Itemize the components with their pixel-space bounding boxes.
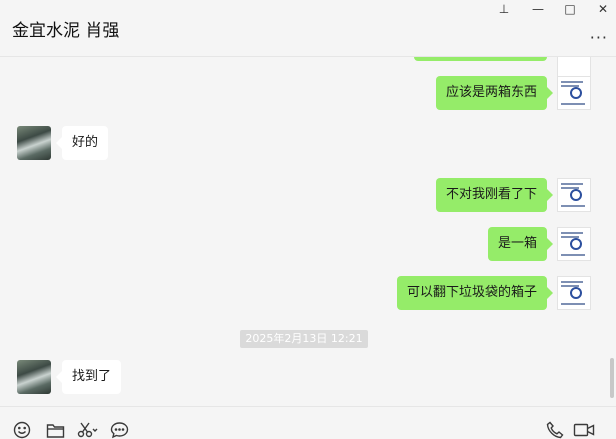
my-avatar	[557, 57, 591, 77]
message-bubble[interactable]: 应该是两箱东西	[435, 76, 554, 110]
minimize-icon[interactable]: —	[527, 2, 549, 16]
folder-icon[interactable]	[45, 420, 65, 439]
message-bubble[interactable]: 找到了	[55, 360, 122, 394]
scissors-icon[interactable]	[77, 420, 99, 439]
message-row: 可以翻下垃圾袋的箱子	[0, 276, 616, 310]
chat-history-icon[interactable]	[109, 420, 129, 439]
message-row: 找到了	[0, 360, 616, 394]
emoji-icon[interactable]	[12, 420, 32, 439]
contact-avatar[interactable]	[17, 360, 51, 394]
message-row: 是一箱	[0, 227, 616, 261]
message-bubble[interactable]: 不对我刚看了下	[435, 178, 554, 212]
previous-message-bubble	[414, 57, 547, 61]
chat-title: 金宜水泥 肖强	[12, 21, 120, 41]
my-avatar[interactable]	[557, 227, 591, 261]
message-bubble[interactable]: 可以翻下垃圾袋的箱子	[396, 276, 554, 310]
my-avatar[interactable]	[557, 76, 591, 110]
more-options-icon[interactable]: ···	[590, 28, 608, 47]
title-bar: 金宜水泥 肖强 ⊥ — □ ✕ ···	[0, 0, 616, 57]
chat-area[interactable]: 应该是两箱东西 好的 不对我刚看了下 是一箱 可以翻下垃圾袋的箱子 2025年2…	[0, 57, 616, 406]
message-timestamp: 2025年2月13日 12:21	[240, 330, 368, 348]
chat-scrollbar[interactable]	[610, 358, 614, 398]
video-icon[interactable]	[573, 420, 595, 439]
message-row: 应该是两箱东西	[0, 76, 616, 110]
input-toolbar	[0, 406, 616, 439]
message-row: 不对我刚看了下	[0, 178, 616, 212]
close-icon[interactable]: ✕	[592, 2, 614, 16]
message-bubble[interactable]: 好的	[55, 126, 109, 160]
message-row: 好的	[0, 126, 616, 160]
phone-icon[interactable]	[545, 420, 565, 439]
message-bubble[interactable]: 是一箱	[487, 227, 554, 261]
pin-icon[interactable]: ⊥	[493, 2, 515, 16]
contact-avatar[interactable]	[17, 126, 51, 160]
my-avatar[interactable]	[557, 276, 591, 310]
my-avatar[interactable]	[557, 178, 591, 212]
maximize-icon[interactable]: □	[559, 2, 581, 16]
